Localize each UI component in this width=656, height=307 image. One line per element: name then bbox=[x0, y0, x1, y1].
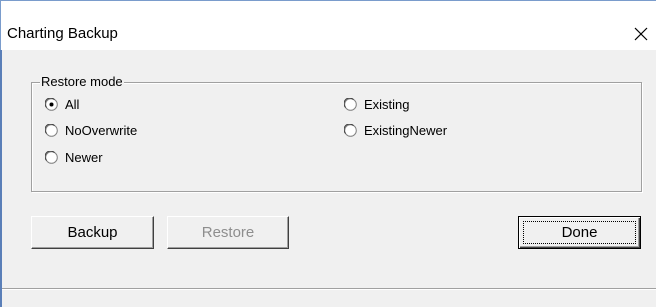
dialog-window: Charting Backup Restore mode All Existin… bbox=[0, 0, 656, 307]
radio-newer[interactable]: Newer bbox=[45, 148, 103, 166]
dialog-client-area: Restore mode All Existing NoOverwrite Ex… bbox=[0, 50, 656, 307]
radio-existingnewer-label: ExistingNewer bbox=[364, 122, 448, 138]
radio-all-label: All bbox=[65, 96, 80, 112]
radio-newer-label: Newer bbox=[65, 149, 103, 165]
backup-button[interactable]: Backup bbox=[31, 216, 154, 249]
restore-mode-label: Restore mode bbox=[40, 74, 124, 90]
radio-existing[interactable]: Existing bbox=[344, 95, 410, 113]
radio-existing-label: Existing bbox=[364, 96, 410, 112]
done-button-label: Done bbox=[561, 224, 598, 241]
restore-mode-group: Restore mode All Existing NoOverwrite Ex… bbox=[31, 74, 642, 192]
window-title: Charting Backup bbox=[7, 25, 118, 42]
radio-all[interactable]: All bbox=[45, 95, 79, 113]
radio-existingnewer[interactable]: ExistingNewer bbox=[344, 121, 447, 139]
restore-button[interactable]: Restore bbox=[167, 216, 289, 249]
backup-button-label: Backup bbox=[67, 224, 118, 241]
radio-unchecked-icon bbox=[45, 123, 58, 137]
status-bar bbox=[2, 288, 656, 307]
radio-nooverwrite[interactable]: NoOverwrite bbox=[45, 121, 137, 139]
close-icon bbox=[634, 27, 648, 41]
radio-checked-icon bbox=[45, 97, 58, 111]
radio-unchecked-icon bbox=[344, 97, 357, 111]
title-bar[interactable]: Charting Backup bbox=[0, 0, 656, 50]
close-button[interactable] bbox=[626, 19, 656, 49]
radio-nooverwrite-label: NoOverwrite bbox=[65, 122, 138, 138]
radio-unchecked-icon bbox=[344, 123, 357, 137]
restore-button-label: Restore bbox=[201, 224, 255, 241]
done-button[interactable]: Done bbox=[518, 216, 641, 249]
radio-unchecked-icon bbox=[45, 150, 58, 164]
